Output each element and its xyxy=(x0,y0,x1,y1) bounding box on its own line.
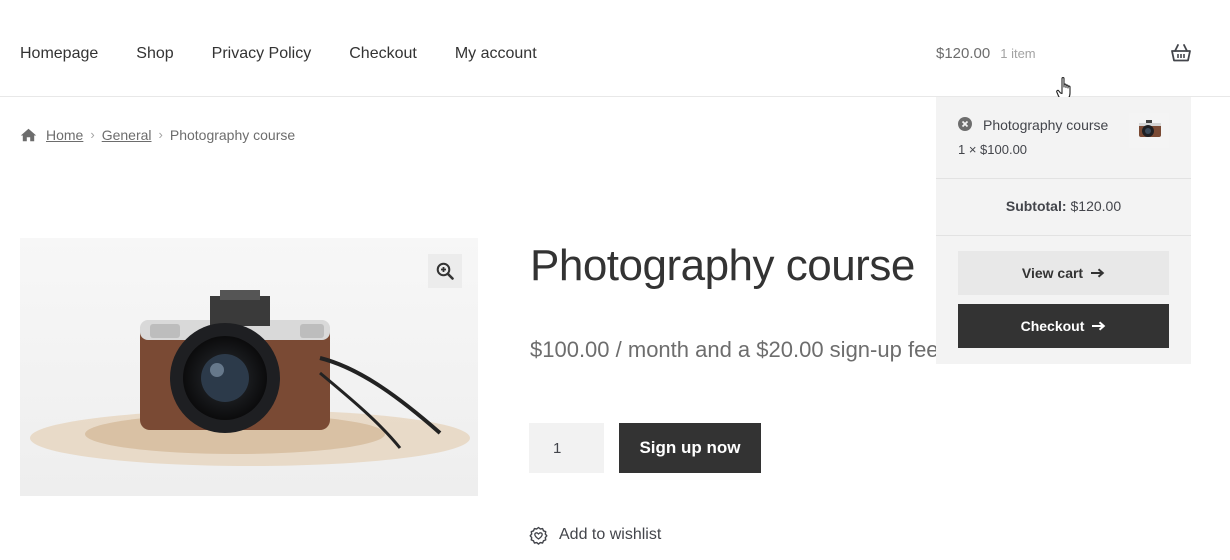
magnifier-plus-icon xyxy=(436,262,454,280)
mini-cart-item-quantity: 1 × $100.00 xyxy=(958,142,1028,157)
nav-item-privacy-policy[interactable]: Privacy Policy xyxy=(212,44,312,64)
home-icon xyxy=(20,128,37,142)
remove-item-icon[interactable] xyxy=(958,117,972,136)
zoom-button[interactable] xyxy=(428,254,462,288)
mini-cart-subtotal: Subtotal: $120.00 xyxy=(936,179,1191,236)
wishlist-icon xyxy=(529,526,559,545)
nav-item-my-account[interactable]: My account xyxy=(455,44,537,64)
add-to-wishlist-link[interactable]: Add to wishlist xyxy=(529,524,661,546)
view-cart-button[interactable]: View cart xyxy=(958,251,1169,295)
arrow-right-icon xyxy=(1091,268,1105,278)
wishlist-label: Add to wishlist xyxy=(559,526,662,543)
breadcrumb-current: Photography course xyxy=(169,127,296,143)
breadcrumb-home-link[interactable]: Home xyxy=(46,125,83,145)
cart-amount: $120.00 xyxy=(936,45,991,62)
checkout-label: Checkout xyxy=(1020,318,1085,334)
nav-item-homepage[interactable]: Homepage xyxy=(20,44,98,64)
cart-count: 1 item xyxy=(1000,46,1036,61)
product-title: Photography course xyxy=(530,241,915,290)
primary-nav: Homepage Shop Privacy Policy Checkout My… xyxy=(20,44,575,64)
view-cart-label: View cart xyxy=(1021,265,1084,281)
mini-cart-item-name[interactable]: Photography course xyxy=(983,115,1108,135)
breadcrumb: Home › General › Photography course xyxy=(20,125,295,145)
product-price: $100.00 / month and a $20.00 sign-up fee xyxy=(530,337,939,362)
breadcrumb-separator: › xyxy=(158,127,163,142)
mini-cart-dropdown: Photography course 1 × $100.00 Subtotal:… xyxy=(936,97,1191,364)
arrow-right-icon xyxy=(1092,321,1106,331)
checkout-button[interactable]: Checkout xyxy=(958,304,1169,348)
nav-item-shop[interactable]: Shop xyxy=(136,44,173,64)
breadcrumb-separator: › xyxy=(90,127,95,142)
subtotal-value: $120.00 xyxy=(1070,198,1122,214)
product-image[interactable] xyxy=(20,238,478,496)
breadcrumb-category-link[interactable]: General xyxy=(102,125,152,145)
subtotal-label: Subtotal: xyxy=(1005,198,1067,214)
mini-cart-item-thumbnail[interactable] xyxy=(1129,113,1169,148)
mini-cart-item: Photography course 1 × $100.00 xyxy=(936,97,1191,179)
header-cart-summary[interactable]: $120.00 1 item xyxy=(936,44,1036,64)
quantity-input[interactable] xyxy=(529,423,604,473)
site-header: Homepage Shop Privacy Policy Checkout My… xyxy=(0,0,1230,97)
nav-item-checkout[interactable]: Checkout xyxy=(349,44,417,64)
basket-icon[interactable] xyxy=(1171,44,1191,67)
sign-up-button[interactable]: Sign up now xyxy=(619,423,761,473)
